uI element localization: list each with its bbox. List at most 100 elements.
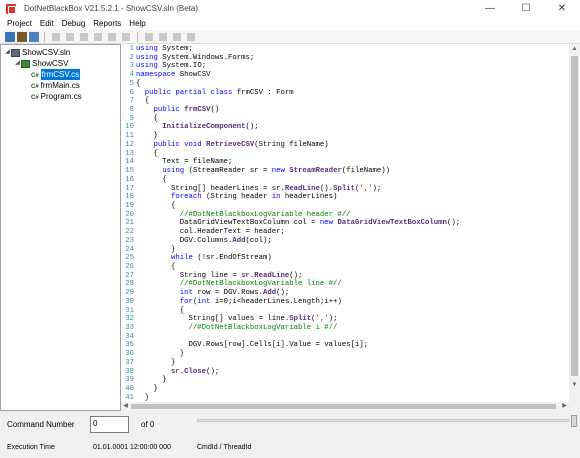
code-token: ReadLine [284,184,320,193]
line-number: 28 [125,280,134,289]
export-icon[interactable] [29,31,39,42]
menu-project[interactable]: Project [3,17,36,30]
code-token: Split [333,184,355,193]
code-token: { [136,262,176,271]
tree-node-label: frmCSV.cs [40,69,81,80]
command-number-input[interactable]: 0 [90,416,129,433]
code-line: 7 { [121,97,460,106]
tree-node[interactable]: ◢ ShowCSV [1,58,120,69]
scroll-left-icon[interactable]: ◀ [121,402,130,411]
menu-bar: Project Edit Debug Reports Help [0,17,580,30]
line-number: 13 [125,149,134,158]
line-number: 25 [125,254,134,263]
tree-node-label: ShowCSV.sln [22,48,71,57]
code-token: public partial class [144,88,233,97]
code-token: (); [206,367,220,376]
code-token: using [136,62,158,71]
maximize-button[interactable]: ☐ [508,0,544,17]
code-token: frmCSV [184,106,211,115]
line-number: 18 [125,193,134,202]
code-line: 32 String[] values = line.Split(','); [121,315,460,324]
line-number: 41 [125,393,134,402]
line-number: 36 [125,350,134,359]
code-token: Text = fileName; [136,158,233,167]
code-token: () [210,106,220,115]
tree-node[interactable]: C# Program.cs [1,91,120,102]
line-number: 20 [125,210,134,219]
minimize-button[interactable]: — [472,0,508,17]
project-icon[interactable] [5,31,15,42]
scroll-right-icon[interactable]: ▶ [560,402,569,411]
scroll-down-icon[interactable]: ▼ [569,380,580,391]
code-line: 29 int row = DGV.Rows.Add(); [121,289,460,298]
code-token: DGV.Columns. [136,236,233,245]
menu-debug[interactable]: Debug [58,17,90,30]
tree-node[interactable]: ◢ ShowCSV.sln [1,47,120,58]
code-line: 33 //#DotNetBlackboxLogVariable i #// [121,324,460,333]
code-token: int [179,289,193,298]
code-text[interactable]: 1 using System; 2 using System.Windows.Form… [121,44,460,402]
code-token: col.HeaderText = header; [136,228,285,237]
horizontal-scroll-thumb[interactable] [131,404,556,409]
code-token: String line = sr. [136,271,255,280]
project-tree[interactable]: ◢ ShowCSV.sln ◢ ShowCSV C# frmCSV.cs C# frmMain… [0,44,121,411]
menu-edit[interactable]: Edit [36,17,58,30]
code-token: in [271,193,281,202]
code-line: 22 col.HeaderText = header; [121,228,460,237]
code-line: 26 { [121,263,460,272]
vertical-scroll-thumb[interactable] [571,56,578,376]
tree-node[interactable]: C# frmCSV.cs [1,69,120,80]
code-token: } [136,358,176,367]
code-line: 31 { [121,307,460,316]
code-editor[interactable]: 1 using System; 2 using System.Windows.Form… [121,44,580,402]
menu-help[interactable]: Help [125,17,149,30]
close-button[interactable]: ✕ [544,0,580,17]
code-token: ',' [315,315,329,324]
line-number: 21 [125,219,134,228]
code-token: Add [232,236,246,245]
tree-node[interactable]: C# frmMain.cs [1,80,120,91]
code-token: String[] headerLines = sr. [136,184,285,193]
open-folder-icon[interactable] [17,31,27,42]
line-number: 3 [129,62,134,71]
line-number: 23 [125,236,134,245]
code-token: Close [184,367,207,376]
command-slider-thumb[interactable] [571,415,577,427]
code-token: ReadLine [254,271,290,280]
horizontal-scrollbar[interactable]: ◀ ▶ [121,402,580,411]
code-token: (!sr.EndOfStream) [192,254,272,263]
code-token: { [136,97,150,106]
expander-icon[interactable]: ◢ [4,47,11,58]
menu-reports[interactable]: Reports [89,17,125,30]
code-token: //#DotNetBlackboxLogVariable line #// [179,280,342,289]
code-token: i=0;i<headerLines.Length;i++) [210,297,342,306]
app-icon [6,3,16,14]
expander-icon[interactable]: ◢ [14,58,21,69]
line-number: 31 [125,306,134,315]
line-number: 35 [125,341,134,350]
execution-time-value: 01.01.0001 12:00:00 000 [93,444,171,451]
line-number: 5 [129,79,134,88]
code-line: 6 public partial class frmCSV : Form [121,89,460,98]
vertical-scrollbar[interactable]: ▲ ▼ [569,44,580,402]
code-line: 36 } [121,350,460,359]
code-token: namespace [136,71,176,80]
line-number: 26 [125,262,134,271]
play-icon [52,32,60,41]
code-token: (); [245,123,259,132]
code-line: 13 { [121,150,460,159]
code-token: { [136,201,176,210]
code-line: 27 String line = sr.ReadLine(); [121,272,460,281]
code-token: System.Windows.Forms; [157,53,255,62]
code-line: 4 namespace ShowCSV [121,71,460,80]
scroll-up-icon[interactable]: ▲ [569,44,580,55]
command-slider[interactable] [197,419,569,422]
code-token: (). [319,184,334,193]
